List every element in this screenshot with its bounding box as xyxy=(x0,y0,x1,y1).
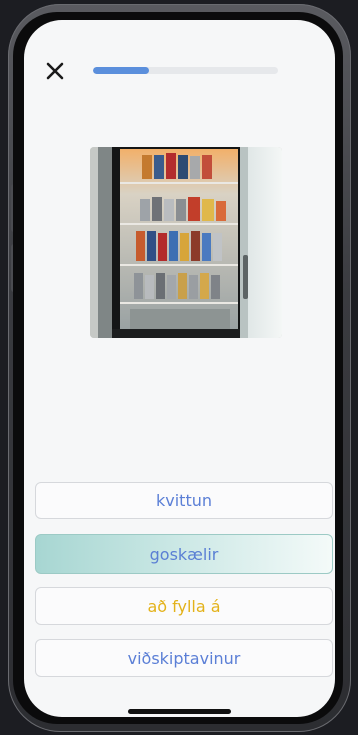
option-label-4: viðskiptavinur xyxy=(127,648,241,668)
option-button-3[interactable]: að fylla á xyxy=(35,587,333,625)
option-button-2[interactable]: goskælir xyxy=(35,534,333,574)
option-label-2: goskælir xyxy=(149,544,219,564)
option-button-1[interactable]: kvittun xyxy=(35,482,333,519)
close-icon xyxy=(46,62,64,80)
progress-fill xyxy=(93,67,149,74)
app-screen: kvittun goskælir að fylla á viðskiptavin… xyxy=(24,20,335,717)
close-button[interactable] xyxy=(42,58,68,84)
shelf-2 xyxy=(140,197,226,221)
option-label-3: að fylla á xyxy=(147,596,221,616)
fridge-image xyxy=(90,147,282,338)
option-label-1: kvittun xyxy=(155,491,212,510)
progress-bar xyxy=(93,67,278,74)
fridge-illustration xyxy=(90,147,282,338)
option-button-4[interactable]: viðskiptavinur xyxy=(35,639,333,677)
home-indicator[interactable] xyxy=(128,709,231,714)
